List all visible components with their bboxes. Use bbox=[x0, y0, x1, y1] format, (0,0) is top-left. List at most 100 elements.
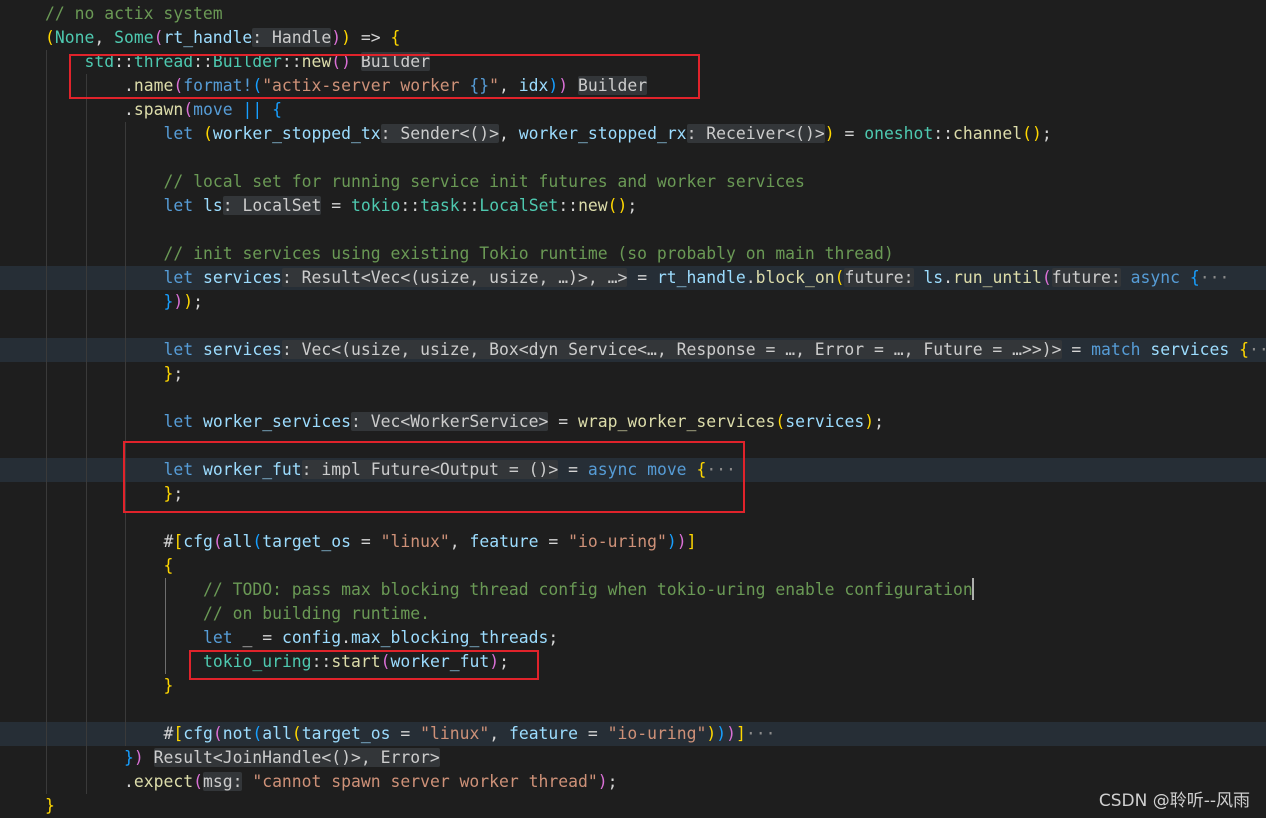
code-line[interactable] bbox=[0, 698, 1266, 722]
code-line[interactable]: { bbox=[0, 554, 1266, 578]
code-line[interactable]: .expect(msg: "cannot spawn server worker… bbox=[0, 770, 1266, 794]
code-token-bracket: } bbox=[124, 748, 134, 767]
code-line[interactable]: #[cfg(all(target_os = "linux", feature =… bbox=[0, 530, 1266, 554]
code-line[interactable]: // no actix system bbox=[0, 2, 1266, 26]
code-line[interactable]: let services: Result<Vec<(usize, usize, … bbox=[0, 266, 1266, 290]
code-token-keyword: let bbox=[163, 412, 194, 431]
code-text: { bbox=[164, 554, 174, 578]
code-token-fold-ellipsis[interactable]: ··· bbox=[1200, 268, 1230, 287]
code-token-punctuation: => bbox=[350, 28, 391, 47]
code-line[interactable]: std::thread::Builder::new() Builder bbox=[0, 50, 1266, 74]
indent-guide bbox=[85, 626, 87, 650]
code-line[interactable]: // init services using existing Tokio ru… bbox=[0, 242, 1266, 266]
indent-guide bbox=[125, 482, 126, 506]
code-line[interactable]: let worker_fut: impl Future<Output = ()>… bbox=[0, 458, 1266, 482]
code-line[interactable]: let ls: LocalSet = tokio::task::LocalSet… bbox=[0, 194, 1266, 218]
indent-guide bbox=[85, 482, 87, 506]
code-line[interactable]: } bbox=[0, 674, 1266, 698]
code-line[interactable]: let (worker_stopped_tx: Sender<()>, work… bbox=[0, 122, 1266, 146]
code-token-punctuation: ; bbox=[1041, 124, 1052, 143]
code-token-function: expect bbox=[133, 772, 194, 791]
code-line[interactable]: let _ = config.max_blocking_threads; bbox=[0, 626, 1266, 650]
code-line[interactable]: // TODO: pass max blocking thread config… bbox=[0, 578, 1266, 602]
code-line[interactable]: }) Result<JoinHandle<()>, Error> bbox=[0, 746, 1266, 770]
code-token-punctuation: = bbox=[1061, 340, 1092, 359]
code-text: let (worker_stopped_tx: Sender<()>, work… bbox=[164, 122, 1052, 146]
code-text: let worker_fut: impl Future<Output = ()>… bbox=[164, 458, 736, 482]
code-token-bracket: ] bbox=[735, 724, 746, 743]
code-token-punctuation: ; bbox=[627, 196, 638, 215]
code-token-punctuation: :: bbox=[311, 652, 332, 671]
code-line[interactable]: #[cfg(not(all(target_os = "linux", featu… bbox=[0, 722, 1266, 746]
code-token-fold-ellipsis[interactable]: ··· bbox=[1249, 340, 1266, 359]
code-token-function: new bbox=[301, 52, 332, 71]
code-line[interactable]: // local set for running service init fu… bbox=[0, 170, 1266, 194]
code-line[interactable]: .name(format!("actix-server worker {}", … bbox=[0, 74, 1266, 98]
indent-guide bbox=[85, 386, 87, 410]
code-token-inlay-hint: : Result<Vec<(usize, usize, …)>, …> bbox=[281, 268, 628, 287]
indent-guide bbox=[46, 218, 47, 242]
code-line[interactable]: let services: Vec<(usize, usize, Box<dyn… bbox=[0, 338, 1266, 362]
code-token-punctuation: = bbox=[538, 532, 569, 551]
code-token-bracket: [ bbox=[173, 532, 184, 551]
code-line[interactable]: }; bbox=[0, 362, 1266, 386]
code-token-punctuation: :: bbox=[193, 52, 213, 71]
code-token-inlay-hint: : Vec<(usize, usize, Box<dyn Service<…, … bbox=[281, 340, 1062, 359]
code-token-bracket: () bbox=[607, 196, 628, 215]
code-line[interactable] bbox=[0, 146, 1266, 170]
code-token-type: std bbox=[84, 52, 115, 71]
code-token-punctuation bbox=[1229, 340, 1239, 359]
code-token-fold-ellipsis[interactable]: ··· bbox=[746, 724, 776, 743]
code-token-punctuation: = bbox=[578, 724, 608, 743]
code-text: let _ = config.max_blocking_threads; bbox=[203, 626, 558, 650]
code-line[interactable] bbox=[0, 218, 1266, 242]
indent-guide bbox=[125, 578, 126, 602]
code-line[interactable] bbox=[0, 386, 1266, 410]
code-token-bracket: ) bbox=[726, 724, 736, 743]
code-token-fold-ellipsis[interactable]: ··· bbox=[706, 460, 736, 479]
indent-guide bbox=[125, 458, 126, 482]
code-token-identifier: max_blocking_threads bbox=[351, 628, 549, 647]
code-token-bracket: ) bbox=[489, 652, 500, 671]
code-line[interactable] bbox=[0, 506, 1266, 530]
code-line[interactable]: .spawn(move || { bbox=[0, 98, 1266, 122]
indent-guide bbox=[164, 650, 166, 674]
code-text: }; bbox=[164, 482, 184, 506]
code-token-identifier: rt_handle bbox=[656, 268, 746, 287]
code-token-bracket: { bbox=[1189, 268, 1200, 287]
code-line[interactable]: tokio_uring::start(worker_fut); bbox=[0, 650, 1266, 674]
code-line[interactable]: })); bbox=[0, 290, 1266, 314]
code-token-bracket: ) bbox=[341, 28, 351, 47]
code-token-inlay-hint: Builder bbox=[578, 76, 648, 95]
code-line[interactable]: let worker_services: Vec<WorkerService> … bbox=[0, 410, 1266, 434]
indent-guide bbox=[46, 434, 47, 458]
code-token-bracket: { bbox=[163, 556, 174, 575]
code-token-function: block_on bbox=[755, 268, 835, 287]
code-editor[interactable]: // no actix system (None, Some(rt_handle:… bbox=[0, 0, 1266, 818]
code-line[interactable]: } bbox=[0, 794, 1266, 818]
code-token-punctuation bbox=[193, 460, 203, 479]
code-token-punctuation bbox=[568, 76, 578, 95]
code-token-punctuation bbox=[1180, 268, 1190, 287]
code-line[interactable]: (None, Some(rt_handle: Handle)) => { bbox=[0, 26, 1266, 50]
code-line[interactable] bbox=[0, 434, 1266, 458]
code-token-punctuation: . bbox=[124, 100, 134, 119]
code-line[interactable]: // on building runtime. bbox=[0, 602, 1266, 626]
code-token-punctuation: , bbox=[499, 124, 519, 143]
code-token-type: oneshot bbox=[864, 124, 934, 143]
code-token-punctuation bbox=[262, 100, 272, 119]
code-token-bracket: ( bbox=[252, 532, 263, 551]
indent-guide bbox=[85, 194, 87, 218]
code-line[interactable]: }; bbox=[0, 482, 1266, 506]
indent-guide bbox=[125, 194, 126, 218]
code-token-comment: // local set for running service init fu… bbox=[163, 172, 805, 191]
indent-guide bbox=[85, 746, 87, 770]
code-token-function: spawn bbox=[133, 100, 184, 119]
indent-guide bbox=[46, 482, 47, 506]
code-token-string-literal: "linux" bbox=[420, 724, 490, 743]
code-text: .spawn(move || { bbox=[124, 98, 282, 122]
code-token-identifier: all bbox=[262, 724, 292, 743]
code-token-identifier: cfg bbox=[183, 532, 213, 551]
code-text: // TODO: pass max blocking thread config… bbox=[203, 578, 973, 602]
code-line[interactable] bbox=[0, 314, 1266, 338]
